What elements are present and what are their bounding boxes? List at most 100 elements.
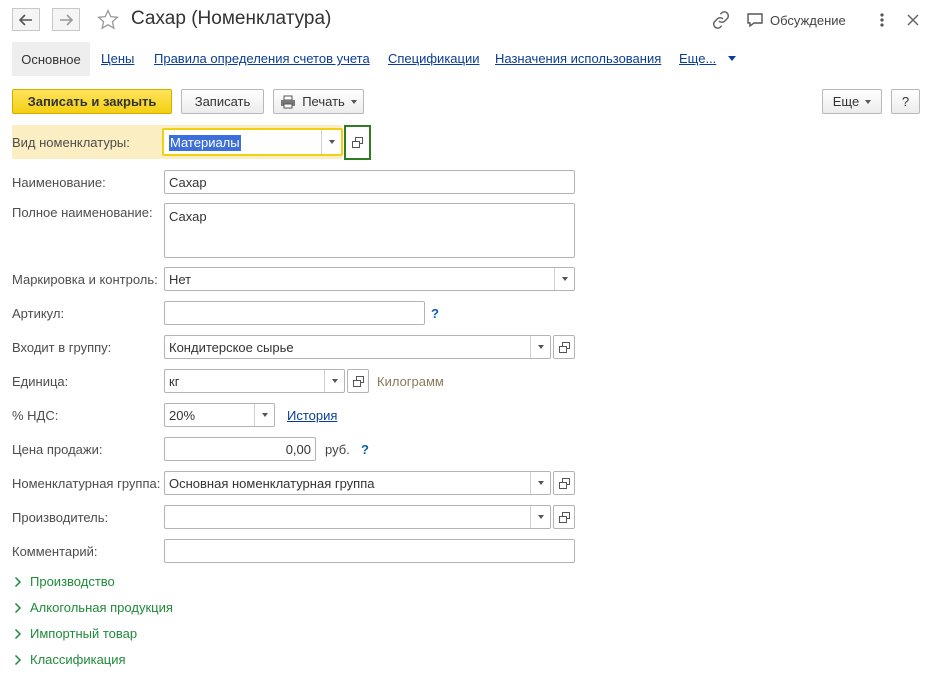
unit-caption: Килограмм bbox=[377, 374, 444, 389]
producer-dropdown-button[interactable] bbox=[530, 506, 550, 528]
arrow-right-icon bbox=[60, 13, 73, 26]
group-dropdown-button[interactable] bbox=[530, 336, 550, 358]
article-help-icon[interactable]: ? bbox=[431, 306, 439, 321]
group-value: Кондитерское сырье bbox=[169, 339, 294, 355]
tab-account-rules[interactable]: Правила определения счетов учета bbox=[154, 51, 370, 66]
marking-value: Нет bbox=[169, 271, 192, 287]
section-alcohol-label: Алкогольная продукция bbox=[30, 600, 173, 615]
producer-select[interactable] bbox=[164, 505, 551, 529]
chevron-down-icon bbox=[261, 413, 268, 417]
back-button[interactable] bbox=[12, 8, 40, 31]
unit-open-button[interactable] bbox=[347, 369, 369, 393]
open-window-icon bbox=[558, 341, 570, 353]
name-label: Наименование: bbox=[12, 175, 106, 190]
discussion-label: Обсуждение bbox=[770, 12, 846, 28]
printer-icon bbox=[281, 95, 296, 108]
chevron-down-icon bbox=[537, 345, 544, 349]
chevron-down-icon bbox=[350, 99, 357, 104]
open-window-icon bbox=[352, 137, 363, 148]
open-window-icon bbox=[352, 375, 364, 387]
more-button[interactable]: Еще bbox=[822, 89, 882, 114]
section-classification[interactable]: Классификация bbox=[14, 652, 126, 667]
tab-more[interactable]: Еще... bbox=[679, 51, 716, 66]
more-label: Еще bbox=[832, 94, 860, 109]
chevron-down-icon bbox=[865, 99, 872, 104]
section-production[interactable]: Производство bbox=[14, 574, 115, 589]
save-and-close-label: Записать и закрыть bbox=[27, 94, 157, 109]
page-title: Сахар (Номенклатура) bbox=[131, 8, 332, 29]
chevron-down-icon bbox=[331, 379, 338, 383]
kind-select[interactable]: Материалы bbox=[162, 128, 343, 156]
price-help-icon[interactable]: ? bbox=[361, 442, 369, 457]
full-name-label: Полное наименование: bbox=[12, 205, 153, 220]
kind-dropdown-button[interactable] bbox=[321, 130, 341, 154]
vat-select[interactable]: 20% bbox=[164, 403, 275, 427]
chevron-down-icon bbox=[561, 277, 568, 281]
nom-group-dropdown-button[interactable] bbox=[530, 472, 550, 494]
section-production-label: Производство bbox=[30, 574, 115, 589]
save-and-close-button[interactable]: Записать и закрыть bbox=[12, 89, 172, 114]
kind-label: Вид номенклатуры: bbox=[12, 135, 130, 150]
vat-dropdown-button[interactable] bbox=[254, 404, 274, 426]
section-classification-label: Классификация bbox=[30, 652, 126, 667]
print-label: Печать bbox=[302, 94, 345, 109]
section-import-label: Импортный товар bbox=[30, 626, 138, 641]
chevron-down-icon[interactable] bbox=[728, 56, 736, 61]
group-label: Входит в группу: bbox=[12, 340, 112, 355]
chevron-down-icon bbox=[328, 140, 335, 144]
help-button[interactable]: ? bbox=[891, 89, 920, 114]
chevron-right-icon bbox=[14, 654, 22, 665]
vat-history-link[interactable]: История bbox=[287, 408, 337, 423]
star-icon[interactable] bbox=[96, 8, 120, 32]
unit-select[interactable]: кг bbox=[164, 369, 345, 393]
forward-button[interactable] bbox=[52, 8, 80, 31]
vat-label: % НДС: bbox=[12, 408, 59, 423]
marking-dropdown-button[interactable] bbox=[554, 268, 574, 290]
marking-select[interactable]: Нет bbox=[164, 267, 575, 291]
tab-specifications[interactable]: Спецификации bbox=[388, 51, 480, 66]
nom-group-value: Основная номенклатурная группа bbox=[169, 475, 375, 491]
tab-main[interactable]: Основное bbox=[12, 42, 90, 76]
comment-label: Комментарий: bbox=[12, 544, 98, 559]
print-button[interactable]: Печать bbox=[273, 89, 364, 114]
save-button[interactable]: Записать bbox=[181, 89, 264, 114]
tab-prices[interactable]: Цены bbox=[101, 51, 134, 66]
comment-input[interactable] bbox=[164, 539, 575, 563]
open-window-icon bbox=[558, 511, 570, 523]
more-vertical-icon[interactable] bbox=[875, 11, 889, 29]
section-alcohol[interactable]: Алкогольная продукция bbox=[14, 600, 173, 615]
nom-group-label: Номенклатурная группа: bbox=[12, 476, 161, 491]
article-input[interactable] bbox=[164, 301, 425, 325]
name-input[interactable]: Сахар bbox=[164, 170, 575, 194]
kind-value: Материалы bbox=[169, 135, 241, 151]
discussion-button[interactable]: Обсуждение bbox=[746, 10, 846, 30]
chevron-right-icon bbox=[14, 576, 22, 587]
nom-group-select[interactable]: Основная номенклатурная группа bbox=[164, 471, 551, 495]
producer-open-button[interactable] bbox=[553, 505, 575, 529]
group-open-button[interactable] bbox=[553, 335, 575, 359]
kind-open-button[interactable] bbox=[344, 125, 371, 160]
price-input[interactable]: 0,00 bbox=[164, 437, 316, 461]
chevron-down-icon bbox=[537, 481, 544, 485]
close-icon[interactable] bbox=[905, 12, 921, 28]
unit-value: кг bbox=[169, 373, 180, 389]
nom-group-open-button[interactable] bbox=[553, 471, 575, 495]
marking-label: Маркировка и контроль: bbox=[12, 272, 158, 287]
price-label: Цена продажи: bbox=[12, 442, 103, 457]
link-icon[interactable] bbox=[710, 10, 732, 30]
producer-label: Производитель: bbox=[12, 510, 109, 525]
price-currency: руб. bbox=[325, 442, 350, 457]
save-label: Записать bbox=[194, 94, 251, 109]
chevron-right-icon bbox=[14, 628, 22, 639]
chat-icon bbox=[747, 13, 763, 28]
tab-usage-purposes[interactable]: Назначения использования bbox=[495, 51, 661, 66]
vat-value: 20% bbox=[169, 407, 196, 423]
full-name-textarea[interactable]: Сахар bbox=[164, 203, 575, 258]
arrow-left-icon bbox=[19, 13, 32, 26]
section-import[interactable]: Импортный товар bbox=[14, 626, 137, 641]
article-label: Артикул: bbox=[12, 306, 65, 321]
unit-label: Единица: bbox=[12, 374, 69, 389]
group-select[interactable]: Кондитерское сырье bbox=[164, 335, 551, 359]
unit-dropdown-button[interactable] bbox=[324, 370, 344, 392]
open-window-icon bbox=[558, 477, 570, 489]
